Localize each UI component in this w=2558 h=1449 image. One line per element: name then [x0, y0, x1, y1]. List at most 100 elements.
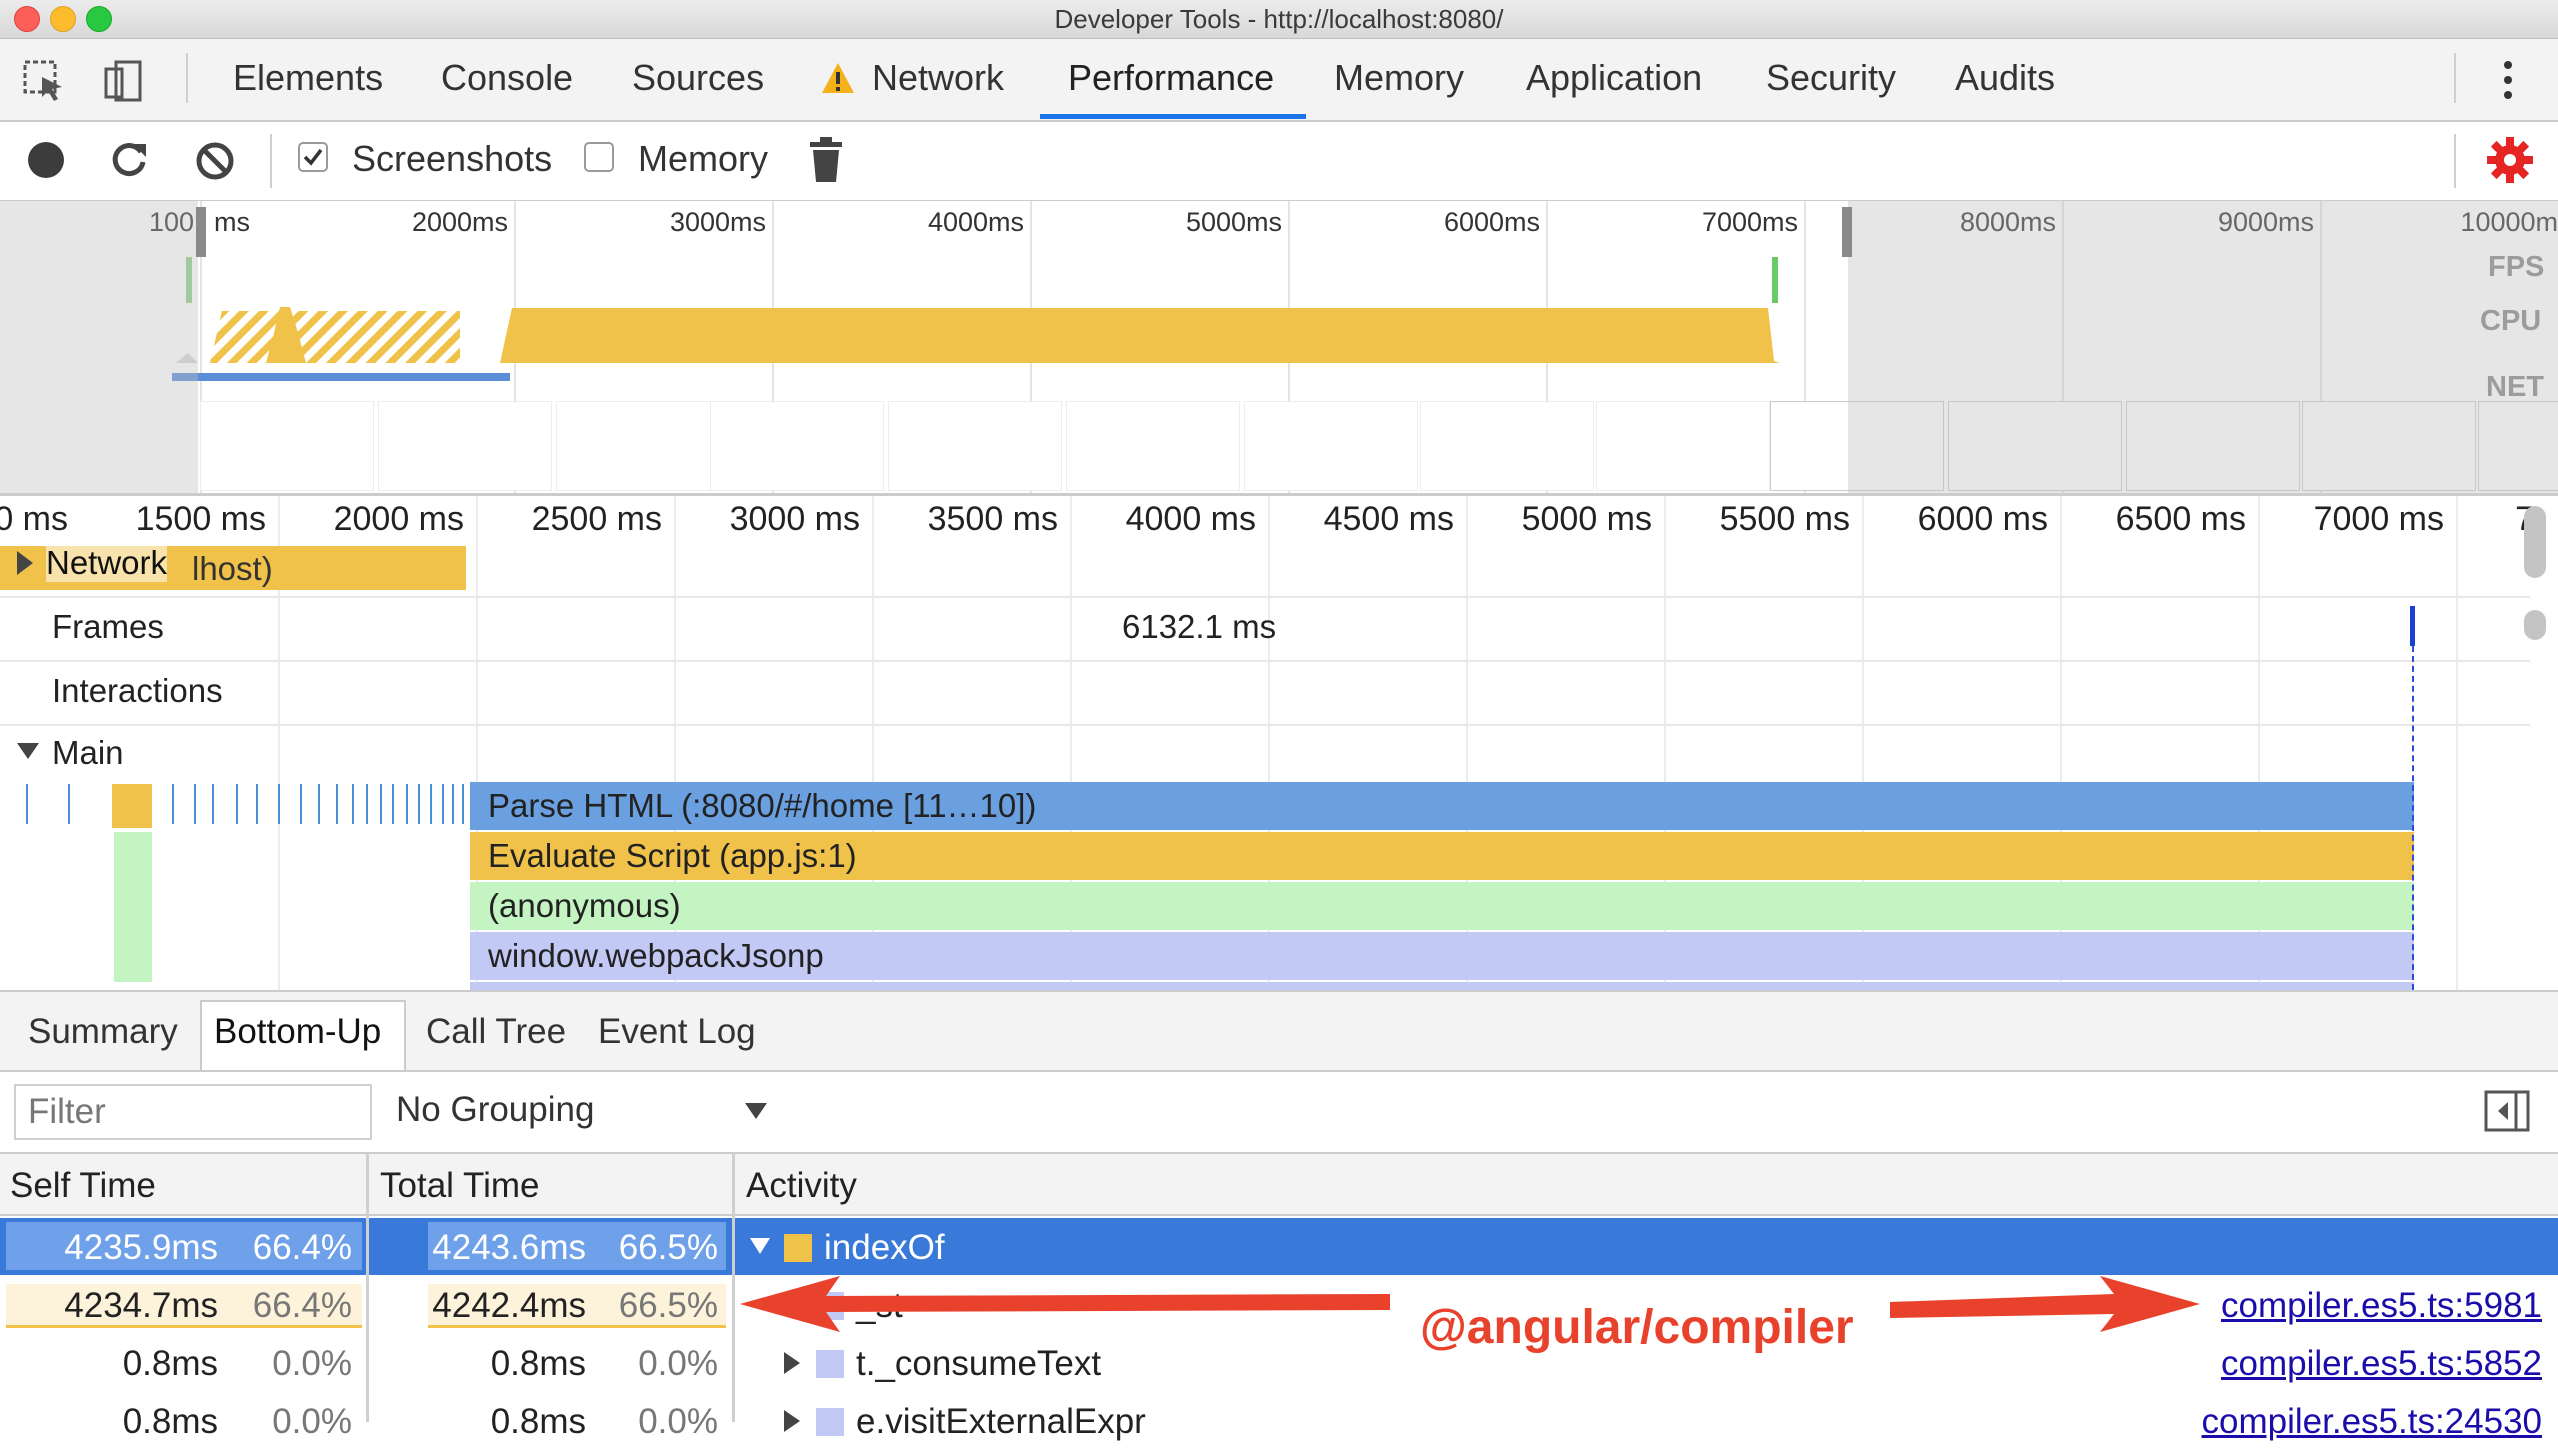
- overview-tick: 5000ms: [1185, 207, 1282, 237]
- tab-application[interactable]: Application: [1526, 57, 1702, 99]
- grouping-select[interactable]: No Grouping: [396, 1090, 594, 1130]
- flame-tick: 2000 ms: [333, 500, 464, 538]
- bottom-up-table-header: Self Time Total Time Activity: [0, 1154, 2558, 1216]
- tab-bottom-up[interactable]: Bottom-Up: [214, 1012, 381, 1052]
- tab-summary[interactable]: Summary: [28, 1012, 178, 1052]
- toggle-sidebar-icon[interactable]: [2484, 1090, 2530, 1137]
- screenshots-checkbox[interactable]: [298, 142, 328, 172]
- frame-boundary-line: [2412, 646, 2416, 990]
- activity-name: t._consumeText: [856, 1344, 1102, 1383]
- tab-call-tree[interactable]: Call Tree: [426, 1012, 566, 1052]
- fps-marker: [1772, 257, 1778, 303]
- category-color-swatch: [784, 1234, 812, 1262]
- timeline-overview[interactable]: 100 ms 2000ms 3000ms 4000ms 5000ms 6000m…: [0, 201, 2558, 496]
- inspect-element-icon[interactable]: [22, 59, 66, 108]
- frame-duration: 6132.1 ms: [1122, 608, 1277, 645]
- flame-tick: 5000 ms: [1521, 500, 1652, 538]
- window-title: Developer Tools - http://localhost:8080/: [1054, 4, 1504, 34]
- overview-tick: 6000ms: [1443, 207, 1540, 237]
- screenshots-label: Screenshots: [352, 138, 553, 179]
- toolbar-divider: [186, 53, 188, 103]
- source-link[interactable]: compiler.es5.ts:5981: [2221, 1286, 2542, 1326]
- memory-checkbox[interactable]: [584, 142, 614, 172]
- frame-marker: [2410, 606, 2415, 646]
- reload-record-icon[interactable]: [108, 138, 150, 185]
- trash-icon[interactable]: [808, 136, 844, 189]
- interactions-track-label: Interactions: [52, 672, 223, 709]
- overview-tick: 2000ms: [411, 207, 508, 237]
- frames-track-label: Frames: [52, 608, 164, 645]
- flame-tick: 4500 ms: [1323, 500, 1454, 538]
- overview-unselected-region: [0, 201, 198, 493]
- source-link[interactable]: compiler.es5.ts:5852: [2221, 1344, 2542, 1384]
- toolbar-divider: [2454, 134, 2456, 188]
- net-request-bar: [172, 373, 510, 381]
- toolbar-divider: [2454, 53, 2456, 103]
- total-time-header[interactable]: Total Time: [380, 1166, 540, 1206]
- self-time-header[interactable]: Self Time: [10, 1166, 156, 1206]
- flame-tick: 3500 ms: [927, 500, 1058, 538]
- main-track-label: Main: [52, 734, 124, 771]
- more-menu-icon[interactable]: [2500, 57, 2516, 108]
- expand-triangle-icon[interactable]: [782, 1350, 802, 1381]
- dropdown-arrow-icon[interactable]: [744, 1102, 768, 1125]
- active-tab-indicator: [1040, 114, 1306, 119]
- details-tab-strip: Summary Bottom-Up Call Tree Event Log: [0, 992, 2558, 1072]
- flame-tick: 1500 ms: [135, 500, 266, 538]
- filter-bar: No Grouping: [0, 1072, 2558, 1154]
- device-toolbar-icon[interactable]: [102, 59, 146, 108]
- table-row[interactable]: 0.8ms 0.0% 0.8ms 0.0% e.visitExternalExp…: [0, 1392, 2558, 1449]
- capture-settings-gear-icon[interactable]: [2486, 136, 2534, 189]
- column-divider[interactable]: [366, 1154, 369, 1422]
- expand-triangle-icon[interactable]: [782, 1408, 802, 1439]
- activity-name: e.visitExternalExpr: [856, 1402, 1146, 1441]
- tab-sources[interactable]: Sources: [632, 57, 764, 99]
- tab-network[interactable]: Network: [872, 57, 1004, 99]
- flame-bar-webpack-jsonp[interactable]: window.webpackJsonp: [470, 932, 2414, 980]
- flame-tick: 5500 ms: [1719, 500, 1850, 538]
- collapse-triangle-icon[interactable]: [748, 1236, 772, 1261]
- frames-scrollbar-thumb[interactable]: [2524, 610, 2546, 640]
- expand-triangle-icon[interactable]: [14, 548, 36, 583]
- window-right-handle[interactable]: [1842, 207, 1852, 257]
- annotation-label: @angular/compiler: [1420, 1301, 1854, 1354]
- record-icon[interactable]: [26, 140, 66, 185]
- flame-tick: 6500 ms: [2115, 500, 2246, 538]
- tab-memory[interactable]: Memory: [1334, 57, 1464, 99]
- category-color-swatch: [816, 1350, 844, 1378]
- overview-unselected-region: [1848, 201, 2558, 493]
- category-color-swatch: [816, 1408, 844, 1436]
- flame-tick: 3000 ms: [729, 500, 860, 538]
- activity-header[interactable]: Activity: [746, 1166, 857, 1206]
- memory-label: Memory: [638, 138, 769, 179]
- source-link[interactable]: compiler.es5.ts:24530: [2202, 1402, 2542, 1442]
- collapse-triangle-icon[interactable]: [14, 740, 42, 767]
- flame-bar-anonymous[interactable]: (anonymous): [470, 882, 2414, 930]
- table-row[interactable]: 4235.9ms 66.4% 4243.6ms 66.5% indexOf: [0, 1218, 2558, 1275]
- flame-tick: 7: [2344, 500, 2534, 539]
- flame-bar-parse-html[interactable]: Parse HTML (:8080/#/home [11…10]): [470, 782, 2414, 830]
- tab-performance[interactable]: Performance: [1068, 57, 1274, 99]
- toolbar-divider: [270, 134, 272, 188]
- filter-input[interactable]: [14, 1084, 372, 1140]
- cpu-activity-graph: [176, 307, 1780, 363]
- tab-security[interactable]: Security: [1766, 57, 1896, 99]
- flame-scrollbar-thumb[interactable]: [2524, 506, 2546, 578]
- flame-tick: 6000 ms: [1917, 500, 2048, 538]
- network-track-label[interactable]: Network: [46, 544, 168, 582]
- flame-bar-evaluate-script[interactable]: Evaluate Script (app.js:1): [470, 832, 2414, 880]
- window-left-handle[interactable]: [196, 207, 206, 257]
- tab-console[interactable]: Console: [441, 57, 573, 99]
- warning-icon: [820, 61, 856, 100]
- task-block: [112, 784, 152, 828]
- flame-chart[interactable]: 0 ms 1500 ms 2000 ms 2500 ms 3000 ms 350…: [0, 496, 2558, 992]
- overview-tick: 7000ms: [1701, 207, 1798, 237]
- tab-audits[interactable]: Audits: [1955, 57, 2055, 99]
- clear-icon[interactable]: [194, 140, 236, 187]
- tab-event-log[interactable]: Event Log: [598, 1012, 756, 1052]
- flame-tick: 2500 ms: [531, 500, 662, 538]
- window-title-bar: Developer Tools - http://localhost:8080/: [0, 0, 2558, 39]
- overview-tick: 3000ms: [669, 207, 766, 237]
- task-block: [114, 832, 152, 982]
- tab-elements[interactable]: Elements: [233, 57, 383, 99]
